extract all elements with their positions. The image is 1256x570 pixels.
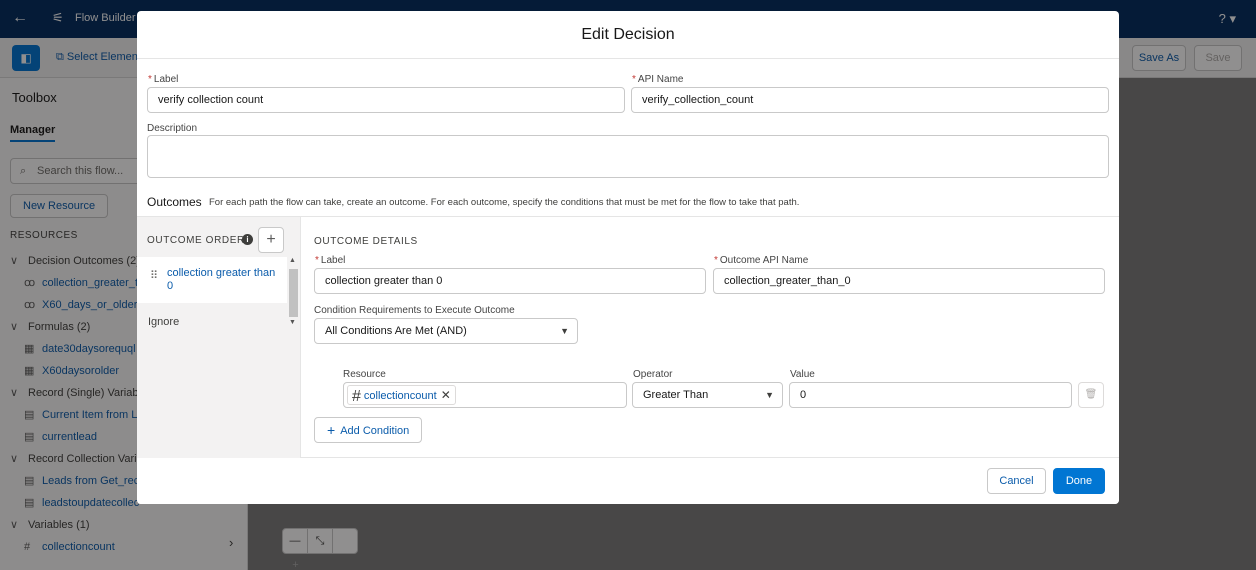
- outcome-details-heading: OUTCOME DETAILS: [314, 236, 418, 247]
- scroll-up-icon[interactable]: ▲: [289, 257, 296, 264]
- condition-requirements-label: Condition Requirements to Execute Outcom…: [314, 305, 515, 316]
- operator-label: Operator: [633, 369, 673, 380]
- outcome-api-name-text: Outcome API Name: [719, 255, 809, 266]
- value-label: Value: [790, 369, 815, 380]
- required-marker: *: [315, 255, 319, 266]
- cancel-button[interactable]: Cancel: [987, 468, 1046, 494]
- outcome-panel: OUTCOME ORDER i + ⠿ collection greater t…: [137, 216, 1119, 458]
- value-input[interactable]: 0: [789, 382, 1072, 408]
- condition-requirements-value: All Conditions Are Met (AND): [325, 325, 467, 337]
- add-condition-button[interactable]: + Add Condition: [314, 417, 423, 443]
- edit-decision-modal: Edit Decision * Label verify collection c…: [137, 11, 1119, 504]
- add-outcome-button[interactable]: +: [258, 227, 284, 253]
- resource-pill-label: collectioncount: [363, 390, 437, 402]
- outcomes-description: For each path the flow can take, create …: [209, 197, 800, 208]
- api-name-text: API Name: [637, 74, 684, 85]
- operator-select[interactable]: Greater Than ▼: [632, 382, 783, 408]
- api-name-label: * API Name: [632, 74, 683, 85]
- description-label: Description: [147, 123, 198, 134]
- outcome-order-item[interactable]: ⠿ collection greater than 0: [137, 257, 287, 303]
- outcome-label-label: * Label: [315, 255, 345, 266]
- outcome-label-input[interactable]: collection greater than 0: [314, 268, 706, 294]
- resource-input[interactable]: # collectioncount ✕: [343, 382, 627, 408]
- caret-down-icon: ▼: [560, 326, 569, 336]
- required-marker: *: [714, 255, 718, 266]
- outcome-details: OUTCOME DETAILS * Label collection greate…: [301, 217, 1119, 458]
- add-condition-label: Add Condition: [340, 425, 410, 437]
- label-input[interactable]: verify collection count: [147, 87, 625, 113]
- plus-icon: +: [327, 422, 336, 438]
- outcome-order-default[interactable]: Ignore: [148, 316, 179, 328]
- label-field-label: * Label: [148, 74, 178, 85]
- modal-footer: Cancel Done: [137, 458, 1119, 504]
- outcome-order-scrollbar[interactable]: ▲ ▼: [288, 257, 299, 329]
- outcome-label-text: Label: [320, 255, 346, 266]
- outcome-order-column: OUTCOME ORDER i + ⠿ collection greater t…: [137, 217, 301, 458]
- label-field-text: Label: [153, 74, 179, 85]
- modal-title: Edit Decision: [137, 11, 1119, 59]
- required-marker: *: [148, 74, 152, 85]
- delete-condition-button[interactable]: 🗑: [1078, 382, 1104, 408]
- resource-label: Resource: [343, 369, 386, 380]
- scroll-thumb[interactable]: [289, 269, 298, 317]
- scroll-down-icon[interactable]: ▼: [289, 319, 296, 326]
- resource-pill: # collectioncount ✕: [347, 385, 456, 405]
- number-icon: #: [352, 388, 361, 405]
- outcome-api-name-input[interactable]: collection_greater_than_0: [713, 268, 1105, 294]
- outcome-api-name-label: * Outcome API Name: [714, 255, 808, 266]
- operator-value: Greater Than: [643, 389, 709, 401]
- remove-pill-icon[interactable]: ✕: [441, 388, 451, 402]
- info-icon[interactable]: i: [242, 234, 253, 245]
- caret-down-icon: ▼: [765, 390, 774, 400]
- outcome-order-item-label: collection greater than 0: [167, 267, 276, 292]
- condition-requirements-select[interactable]: All Conditions Are Met (AND) ▼: [314, 318, 578, 344]
- api-name-input[interactable]: verify_collection_count: [631, 87, 1109, 113]
- required-marker: *: [632, 74, 636, 85]
- trash-icon: 🗑: [1084, 389, 1098, 400]
- outcome-order-heading: OUTCOME ORDER: [147, 235, 245, 246]
- done-button[interactable]: Done: [1053, 468, 1105, 494]
- description-textarea[interactable]: [147, 135, 1109, 178]
- outcomes-title: Outcomes: [147, 195, 202, 209]
- drag-handle-icon[interactable]: ⠿: [150, 269, 158, 282]
